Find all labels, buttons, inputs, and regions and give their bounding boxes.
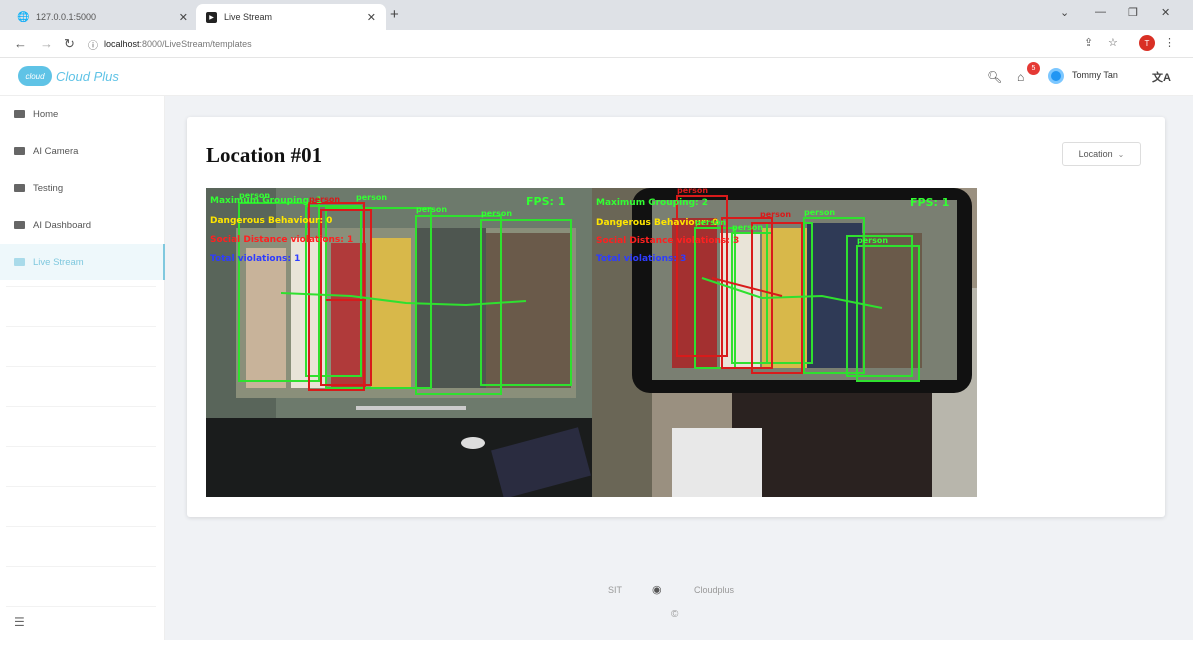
- menu-icon: [14, 110, 25, 118]
- page-title: Location #01: [206, 143, 323, 167]
- sidebar-item-label: Testing: [33, 182, 64, 194]
- close-icon[interactable]: ✕: [179, 11, 188, 24]
- sidebar-item-ai-camera[interactable]: AI Camera: [0, 133, 165, 169]
- stat-total-violations: Total violations: 1: [210, 254, 301, 264]
- url-field[interactable]: ⓘ localhost:8000/LiveStream/templates: [88, 34, 1088, 54]
- copyright: ©: [671, 609, 679, 620]
- sidebar-item-live-stream[interactable]: Live Stream: [0, 244, 165, 280]
- avatar[interactable]: [1048, 68, 1064, 84]
- restore-icon[interactable]: ❐: [1128, 6, 1138, 19]
- tab-strip: 🌐 127.0.0.1:5000 ✕ ▶ Live Stream ✕ + ⌄ —…: [0, 0, 1193, 30]
- detection-label: person: [356, 193, 388, 202]
- logo[interactable]: cloud Cloud Plus: [18, 66, 119, 86]
- user-name[interactable]: Tommy Tan: [1072, 70, 1118, 80]
- tab-title: 127.0.0.1:5000: [36, 12, 97, 22]
- sidebar-item-testing[interactable]: Testing: [0, 170, 165, 206]
- sidebar: Home AI Camera Testing AI Dashboard Live…: [0, 96, 165, 640]
- brand-name: Cloud Plus: [56, 68, 119, 84]
- video-feed-1[interactable]: Maximum Grouping: 1 Dangerous Behaviour:…: [206, 188, 592, 497]
- browser-tab-inactive[interactable]: 🌐 127.0.0.1:5000 ✕: [8, 4, 198, 30]
- divider: [6, 566, 156, 567]
- notification-badge: 5: [1027, 62, 1040, 75]
- detection-label: person: [695, 218, 727, 227]
- detection-label: person: [239, 191, 271, 200]
- divider: [6, 446, 156, 447]
- collapse-sidebar-icon[interactable]: ☰: [14, 615, 25, 629]
- globe-icon: 🌐: [17, 11, 30, 23]
- sidebar-item-home[interactable]: Home: [0, 96, 165, 132]
- forward-icon[interactable]: →: [40, 36, 53, 51]
- stat-social-distance: Social Distance violations: 3: [596, 236, 740, 246]
- divider: [6, 286, 156, 287]
- app-header: cloud Cloud Plus 🔍︎ ⌂: [0, 58, 1193, 96]
- sidebar-item-label: Home: [33, 108, 59, 120]
- window-close-icon[interactable]: ✕: [1161, 6, 1170, 19]
- chevron-down-icon: ⌄: [1117, 149, 1125, 159]
- sidebar-item-label: AI Camera: [33, 145, 79, 157]
- reload-icon[interactable]: ↻: [64, 36, 75, 52]
- share-icon[interactable]: ⇪: [1084, 36, 1093, 49]
- location-dropdown[interactable]: Location ⌄: [1062, 142, 1141, 166]
- detection-label: person: [309, 195, 341, 204]
- stat-total-violations: Total violations: 3: [596, 254, 687, 264]
- tab-title: Live Stream: [224, 12, 273, 22]
- divider: [6, 406, 156, 407]
- bookmark-star-icon[interactable]: ☆: [1108, 36, 1118, 49]
- menu-icon: [14, 258, 25, 266]
- video-frame-2: [592, 188, 977, 497]
- divider: [6, 366, 156, 367]
- divider: [6, 326, 156, 327]
- detection-label: person: [732, 223, 764, 232]
- stat-dangerous-behaviour: Dangerous Behaviour: 0: [210, 216, 333, 226]
- detection-label: person: [481, 209, 513, 218]
- cloud-logo-icon: cloud: [18, 66, 52, 86]
- detection-label: person: [760, 210, 792, 219]
- sidebar-item-label: AI Dashboard: [33, 219, 92, 231]
- browser-tab-active[interactable]: ▶ Live Stream ✕: [196, 4, 386, 30]
- footer-link-cloudplus[interactable]: Cloudplus: [694, 585, 734, 595]
- minimize-icon[interactable]: —: [1095, 6, 1106, 18]
- tab-search-icon[interactable]: ⌄: [1060, 6, 1069, 19]
- browser-window: 🌐 127.0.0.1:5000 ✕ ▶ Live Stream ✕ + ⌄ —…: [0, 0, 1193, 645]
- site-info-icon[interactable]: ⓘ: [88, 37, 98, 52]
- detection-label: person: [857, 236, 889, 245]
- footer-link-sit[interactable]: SIT: [608, 585, 622, 595]
- profile-avatar[interactable]: T: [1139, 35, 1155, 51]
- sidebar-item-label: Live Stream: [33, 256, 84, 268]
- stream-icon: ▶: [206, 11, 217, 23]
- menu-icon: [14, 221, 25, 229]
- divider: [6, 526, 156, 527]
- new-tab-icon[interactable]: +: [390, 6, 399, 23]
- back-icon[interactable]: ←: [14, 36, 27, 51]
- fps-label: FPS: 1: [526, 195, 566, 208]
- url-host: localhost: [104, 39, 140, 49]
- video-feed-2[interactable]: Maximum Grouping: 2 Dangerous Behaviour:…: [592, 188, 977, 497]
- divider: [6, 486, 156, 487]
- bell-icon[interactable]: ⌂: [1017, 70, 1024, 84]
- close-icon[interactable]: ✕: [367, 11, 376, 24]
- address-bar: ← → ↻ ⓘ localhost:8000/LiveStream/templa…: [0, 30, 1193, 58]
- url-path: :8000/LiveStream/templates: [139, 39, 252, 49]
- fps-label: FPS: 1: [910, 196, 950, 209]
- menu-icon: [14, 184, 25, 192]
- search-icon[interactable]: 🔍︎: [987, 70, 1002, 84]
- stat-social-distance: Social Distance violations: 1: [210, 235, 354, 245]
- sidebar-item-ai-dashboard[interactable]: AI Dashboard: [0, 207, 165, 243]
- location-dropdown-label: Location: [1078, 149, 1113, 159]
- translate-icon[interactable]: 文A: [1152, 69, 1171, 85]
- detection-label: person: [677, 188, 709, 195]
- github-icon[interactable]: ◉: [652, 583, 662, 596]
- menu-icon: [14, 147, 25, 155]
- detection-label: person: [804, 208, 836, 217]
- browser-menu-icon[interactable]: ⋮: [1164, 36, 1175, 49]
- stat-max-grouping: Maximum Grouping: 2: [596, 198, 709, 208]
- divider: [6, 606, 156, 607]
- detection-label: person: [416, 205, 448, 214]
